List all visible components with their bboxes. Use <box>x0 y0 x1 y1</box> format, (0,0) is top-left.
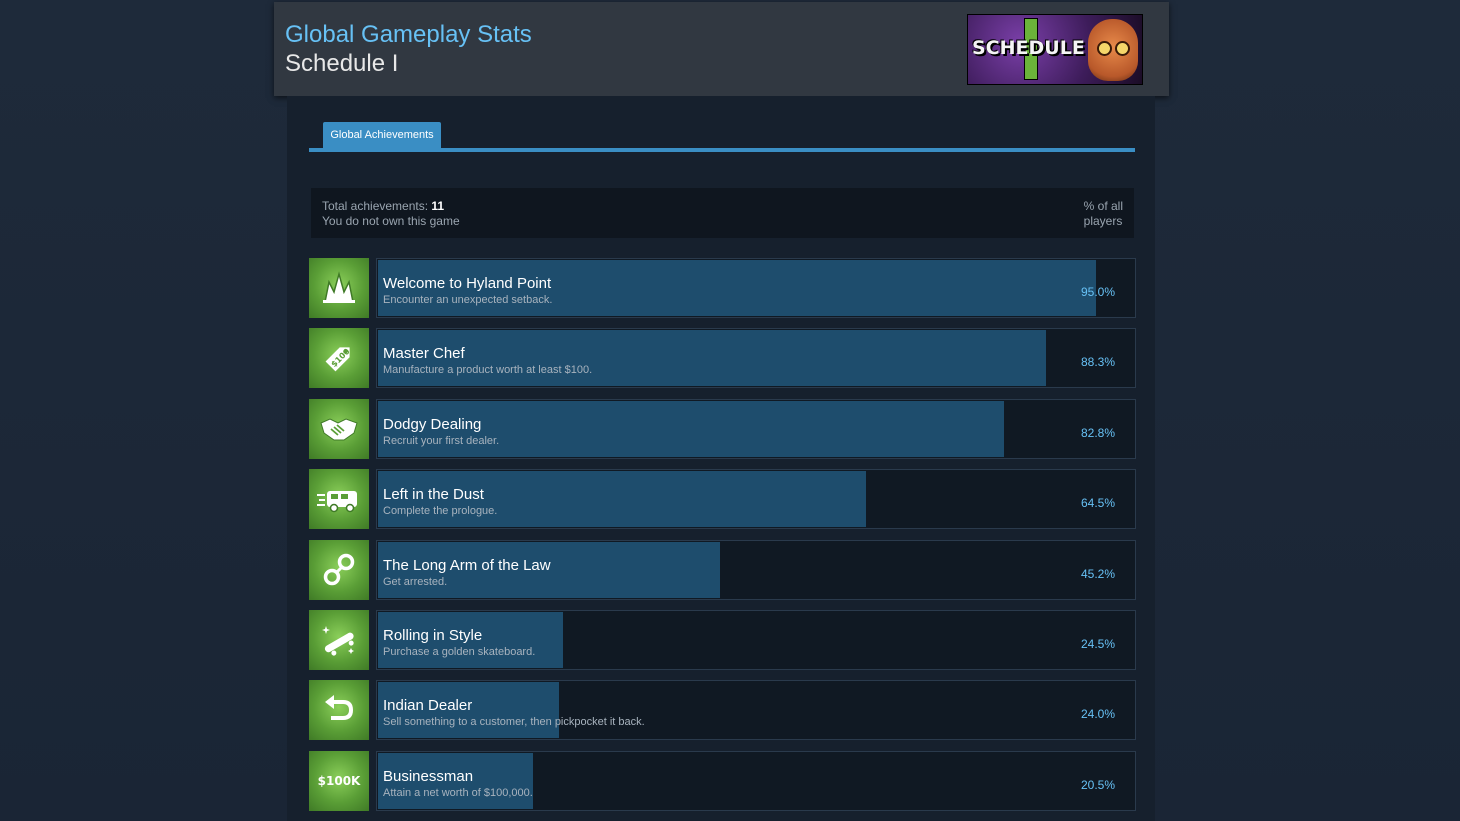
achievement-name: Welcome to Hyland Point <box>383 275 552 292</box>
total-count: 11 <box>431 199 445 213</box>
logo-eye <box>1115 41 1130 56</box>
achievement-desc: Encounter an unexpected setback. <box>383 294 553 306</box>
achievement-percent: 82.8% <box>1080 425 1115 440</box>
percent-header-line1: % of all <box>1083 199 1123 213</box>
achievement-row: Dodgy Dealing Recruit your first dealer.… <box>309 398 1136 459</box>
achievement-desc: Complete the prologue. <box>383 505 498 518</box>
achievement-percent: 88.3% <box>1080 355 1115 370</box>
ownership-status: You do not own this game <box>322 214 460 228</box>
achievement-bar: Rolling in Style Purchase a golden skate… <box>376 609 1136 670</box>
achievement-row: Indian Dealer Sell something to a custom… <box>309 680 1136 741</box>
achievement-row: The Long Arm of the Law Get arrested. 45… <box>309 539 1136 600</box>
achievement-row: Left in the Dust Complete the prologue. … <box>309 469 1136 530</box>
achievement-row: Rolling in Style Purchase a golden skate… <box>309 609 1136 670</box>
progress-fill <box>378 330 1046 387</box>
game-name: Schedule I <box>285 50 399 77</box>
achievement-desc: Attain a net worth of $100,000. <box>383 786 533 799</box>
achievement-name: Businessman <box>383 767 474 785</box>
achievement-row: Welcome to Hyland Point Encounter an une… <box>309 258 1136 318</box>
achievement-percent: 20.5% <box>1080 777 1115 792</box>
handshake-icon <box>309 398 369 459</box>
achievement-row: $100K Businessman Attain a net worth of … <box>309 750 1136 811</box>
achievement-name: Master Chef <box>383 345 465 363</box>
achievement-percent: 95.0% <box>1080 285 1115 299</box>
achievement-name: Dodgy Dealing <box>383 415 482 433</box>
achievement-summary: Total achievements: 11 You do not own th… <box>311 188 1134 238</box>
logo-eye <box>1097 41 1112 56</box>
total-label: Total achievements: <box>322 199 432 213</box>
explosion-icon <box>309 258 369 318</box>
achievement-bar: Master Chef Manufacture a product worth … <box>376 328 1136 389</box>
skateboard-icon <box>309 609 369 670</box>
achievement-row: $100 Master Chef Manufacture a product w… <box>309 328 1136 389</box>
page-title: Global Gameplay Stats <box>285 21 532 48</box>
achievement-desc: Purchase a golden skateboard. <box>383 645 536 658</box>
van-icon <box>309 469 369 530</box>
achievement-percent: 24.5% <box>1080 636 1115 651</box>
achievement-bar: Left in the Dust Complete the prologue. … <box>376 469 1136 530</box>
achievement-desc: Recruit your first dealer. <box>383 434 500 447</box>
return-arrow-icon <box>309 680 369 741</box>
achievement-name: Rolling in Style <box>383 626 483 644</box>
percent-header: % of all players <box>1084 199 1123 229</box>
achievement-desc: Sell something to a customer, then pickp… <box>383 716 645 729</box>
percent-header-line2: players <box>1083 214 1123 228</box>
logo-text: SCHEDULE <box>972 37 1085 59</box>
achievement-percent: 24.0% <box>1080 707 1115 722</box>
achievement-list: Welcome to Hyland Point Encounter an une… <box>309 258 1136 821</box>
summary-info: Total achievements: 11 You do not own th… <box>322 199 460 229</box>
tab-global-achievements[interactable]: Global Achievements <box>323 122 441 148</box>
money-100k-icon: $100K <box>309 750 369 811</box>
achievement-desc: Manufacture a product worth at least $10… <box>383 364 593 377</box>
handcuffs-icon <box>309 539 369 600</box>
achievement-bar: The Long Arm of the Law Get arrested. 45… <box>376 539 1136 600</box>
achievement-bar: Businessman Attain a net worth of $100,0… <box>376 750 1136 811</box>
price-tag-icon: $100 <box>309 328 369 389</box>
achievement-name: Indian Dealer <box>383 697 473 715</box>
achievement-bar: Dodgy Dealing Recruit your first dealer.… <box>376 398 1136 459</box>
money-icon-text: $100K <box>317 773 361 788</box>
achievement-bar: Welcome to Hyland Point Encounter an une… <box>376 258 1136 318</box>
achievement-percent: 64.5% <box>1080 496 1115 511</box>
logo-character <box>1088 19 1138 81</box>
achievement-desc: Get arrested. <box>383 575 448 588</box>
achievement-bar: Indian Dealer Sell something to a custom… <box>376 680 1136 741</box>
page-header: Global Gameplay Stats Schedule I SCHEDUL… <box>274 2 1169 96</box>
achievement-name: Left in the Dust <box>383 486 484 504</box>
game-logo[interactable]: SCHEDULE <box>967 14 1143 85</box>
tab-underline <box>309 148 1135 152</box>
main-content: Global Achievements Total achievements: … <box>287 96 1155 821</box>
achievement-percent: 45.2% <box>1080 566 1115 581</box>
achievement-name: The Long Arm of the Law <box>383 556 551 574</box>
